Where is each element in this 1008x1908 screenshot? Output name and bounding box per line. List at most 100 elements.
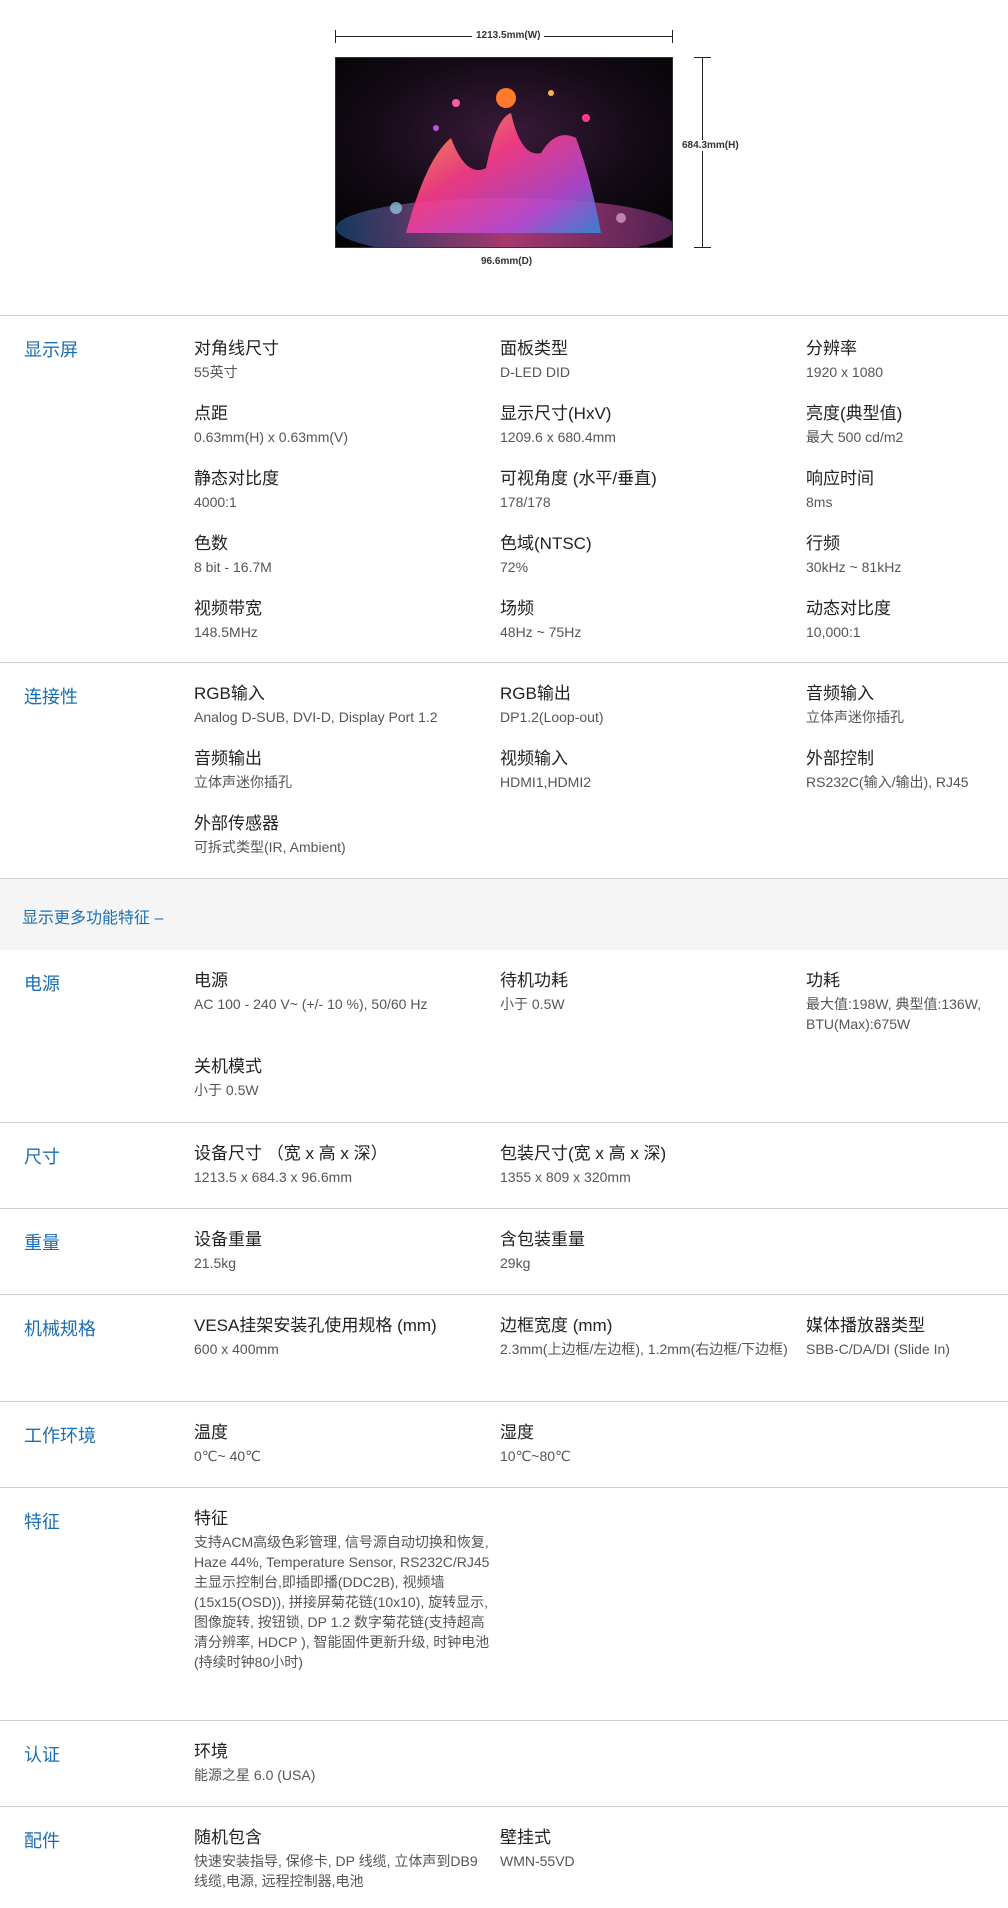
spec-label: 行频 (806, 534, 840, 553)
spec-value: 148.5MHz (194, 624, 258, 640)
section-title: 特征 (24, 1512, 60, 1532)
spec-value: 可拆式类型(IR, Ambient) (194, 839, 346, 855)
spec-value: 72% (500, 559, 529, 575)
spec-item: 色数 8 bit - 16.7M (194, 533, 494, 577)
spec-value: 178/178 (500, 494, 551, 510)
spec-value: 29kg (500, 1255, 531, 1271)
height-dimension-tick-bottom (694, 247, 711, 248)
spec-item: 外部传感器 可拆式类型(IR, Ambient) (194, 813, 494, 857)
spec-item: 包装尺寸(宽 x 高 x 深) 1355 x 809 x 320mm (500, 1143, 800, 1187)
spec-label: 显示尺寸(HxV) (500, 404, 612, 423)
spec-item: 电源 AC 100 - 240 V~ (+/- 10 %), 50/60 Hz (194, 970, 494, 1014)
spec-value: 48Hz ~ 75Hz (500, 624, 582, 640)
spec-label: 包装尺寸(宽 x 高 x 深) (500, 1144, 667, 1163)
spec-value: 55英寸 (194, 364, 238, 380)
spec-item: 动态对比度 10,000:1 (806, 598, 1002, 642)
spec-value: 4000:1 (194, 494, 237, 510)
spec-value: 0.63mm(H) x 0.63mm(V) (194, 429, 349, 445)
spec-item: 湿度 10℃~80℃ (500, 1422, 800, 1466)
spec-label: 边框宽度 (mm) (500, 1316, 613, 1335)
height-dimension-tick-top (694, 57, 711, 58)
section-accessories: 配件 随机包含快速安装指导, 保修卡, DP 线缆, 立体声到DB9线缆,电源,… (0, 1806, 1008, 1908)
spec-item: RGB输出 DP1.2(Loop-out) (500, 683, 800, 727)
spec-value: 2.3mm(上边框/左边框), 1.2mm(右边框/下边框) (500, 1341, 788, 1357)
width-label: 1213.5mm(W) (472, 30, 545, 41)
spec-item: 温度 0℃~ 40℃ (194, 1422, 494, 1466)
spec-item: 响应时间 8ms (806, 468, 1002, 512)
section-connectivity: 连接性 RGB输入 Analog D-SUB, DVI-D, Display Po… (0, 662, 1008, 878)
spec-item: 待机功耗 小于 0.5W (500, 970, 800, 1014)
spec-item: 可视角度 (水平/垂直) 178/178 (500, 468, 800, 512)
spec-item: 壁挂式 WMN-55VD (500, 1827, 800, 1871)
spec-value: 10℃~80℃ (500, 1448, 571, 1464)
section-title: 连接性 (24, 687, 78, 707)
section-title: 认证 (24, 1745, 60, 1765)
spec-label: 随机包含 (194, 1828, 262, 1847)
spec-item: 亮度(典型值) 最大 500 cd/m2 (806, 403, 1002, 447)
spec-label: 点距 (194, 404, 228, 423)
spec-value: 30kHz ~ 81kHz (806, 559, 902, 575)
spec-label: 设备重量 (194, 1230, 262, 1249)
spec-item: 功耗 最大值:198W, 典型值:136W, BTU(Max):675W (806, 970, 1002, 1034)
section-title: 显示屏 (24, 340, 78, 360)
section-title: 电源 (24, 974, 60, 994)
spec-label: 设备尺寸 （宽 x 高 x 深） (194, 1144, 388, 1163)
spec-label: 媒体播放器类型 (806, 1316, 925, 1335)
spec-label: 外部控制 (806, 749, 874, 768)
depth-label: 96.6mm(D) (481, 256, 533, 267)
spec-label: 特征 (194, 1509, 228, 1528)
spec-label: 亮度(典型值) (806, 404, 903, 423)
spec-label: RGB输入 (194, 684, 265, 703)
spec-value: 8 bit - 16.7M (194, 559, 272, 575)
spec-label: 面板类型 (500, 339, 568, 358)
spec-value: Analog D-SUB, DVI-D, Display Port 1.2 (194, 709, 438, 725)
spec-value: 1209.6 x 680.4mm (500, 429, 616, 445)
spec-item: 分辨率 1920 x 1080 (806, 338, 1002, 382)
spec-item: 含包装重量 29kg (500, 1229, 800, 1273)
spec-label: 含包装重量 (500, 1230, 585, 1249)
spec-item: 音频输入 立体声迷你插孔 (806, 683, 1002, 727)
width-dimension-tick-right (672, 30, 673, 43)
section-power: 电源 电源 AC 100 - 240 V~ (+/- 10 %), 50/60 H… (0, 950, 1008, 1122)
spec-item: 设备重量 21.5kg (194, 1229, 494, 1273)
section-title: 重量 (24, 1233, 60, 1253)
spec-item: VESA挂架安装孔使用规格 (mm) 600 x 400mm (194, 1315, 494, 1359)
spec-item: 显示尺寸(HxV) 1209.6 x 680.4mm (500, 403, 800, 447)
spec-label: 环境 (194, 1742, 228, 1761)
spec-label: 音频输入 (806, 684, 874, 703)
spec-value: 立体声迷你插孔 (194, 774, 292, 790)
section-title: 工作环境 (24, 1426, 96, 1446)
spec-value: 1213.5 x 684.3 x 96.6mm (194, 1169, 352, 1185)
section-title: 配件 (24, 1831, 60, 1851)
section-display: 显示屏 对角线尺寸 55英寸 面板类型 D-LED DID 分辨率 1920 x 10… (0, 315, 1008, 662)
height-dimension-line (702, 57, 703, 248)
spec-label: 色数 (194, 534, 228, 553)
spec-label: 色域(NTSC) (500, 534, 592, 553)
spec-item: 边框宽度 (mm) 2.3mm(上边框/左边框), 1.2mm(右边框/下边框) (500, 1315, 796, 1359)
spec-label: 音频输出 (194, 749, 262, 768)
spec-value: SBB-C/DA/DI (Slide In) (806, 1341, 950, 1357)
spec-item: 场频 48Hz ~ 75Hz (500, 598, 800, 642)
section-features: 特征 特征 支持ACM高级色彩管理, 信号源自动切换和恢复, Haze 44%, … (0, 1487, 1008, 1720)
spec-value: 小于 0.5W (194, 1082, 259, 1098)
spec-item: 外部控制 RS232C(输入/输出), RJ45 (806, 748, 1002, 792)
spec-item: 视频带宽 148.5MHz (194, 598, 494, 642)
spec-value: 最大值:198W, 典型值:136W, BTU(Max):675W (806, 996, 982, 1032)
section-environment: 工作环境 温度 0℃~ 40℃ 湿度 10℃~80℃ (0, 1401, 1008, 1487)
spec-label: 电源 (194, 971, 228, 990)
spec-item: RGB输入 Analog D-SUB, DVI-D, Display Port 1… (194, 683, 494, 727)
spec-value: WMN-55VD (500, 1853, 575, 1869)
show-more-bar: 显示更多功能特征 – (0, 878, 1008, 950)
spec-value: 1920 x 1080 (806, 364, 884, 380)
show-more-features-link[interactable]: 显示更多功能特征 – (22, 904, 163, 928)
spec-item: 环境 能源之星 6.0 (USA) (194, 1741, 494, 1785)
spec-item: 点距 0.63mm(H) x 0.63mm(V) (194, 403, 494, 447)
spec-item: 随机包含快速安装指导, 保修卡, DP 线缆, 立体声到DB9线缆,电源, 远程… (194, 1827, 490, 1891)
spec-label: 视频带宽 (194, 599, 262, 618)
spec-item: 媒体播放器类型 SBB-C/DA/DI (Slide In) (806, 1315, 1002, 1359)
section-mechanical: 机械规格 VESA挂架安装孔使用规格 (mm) 600 x 400mm 边框宽度 … (0, 1294, 1008, 1401)
spec-value: 21.5kg (194, 1255, 237, 1271)
spec-value: 快速安装指导, 保修卡, DP 线缆, 立体声到DB9线缆,电源, 远程控制器,… (194, 1853, 478, 1889)
spec-label: 关机模式 (194, 1057, 262, 1076)
spec-value: 10,000:1 (806, 624, 861, 640)
